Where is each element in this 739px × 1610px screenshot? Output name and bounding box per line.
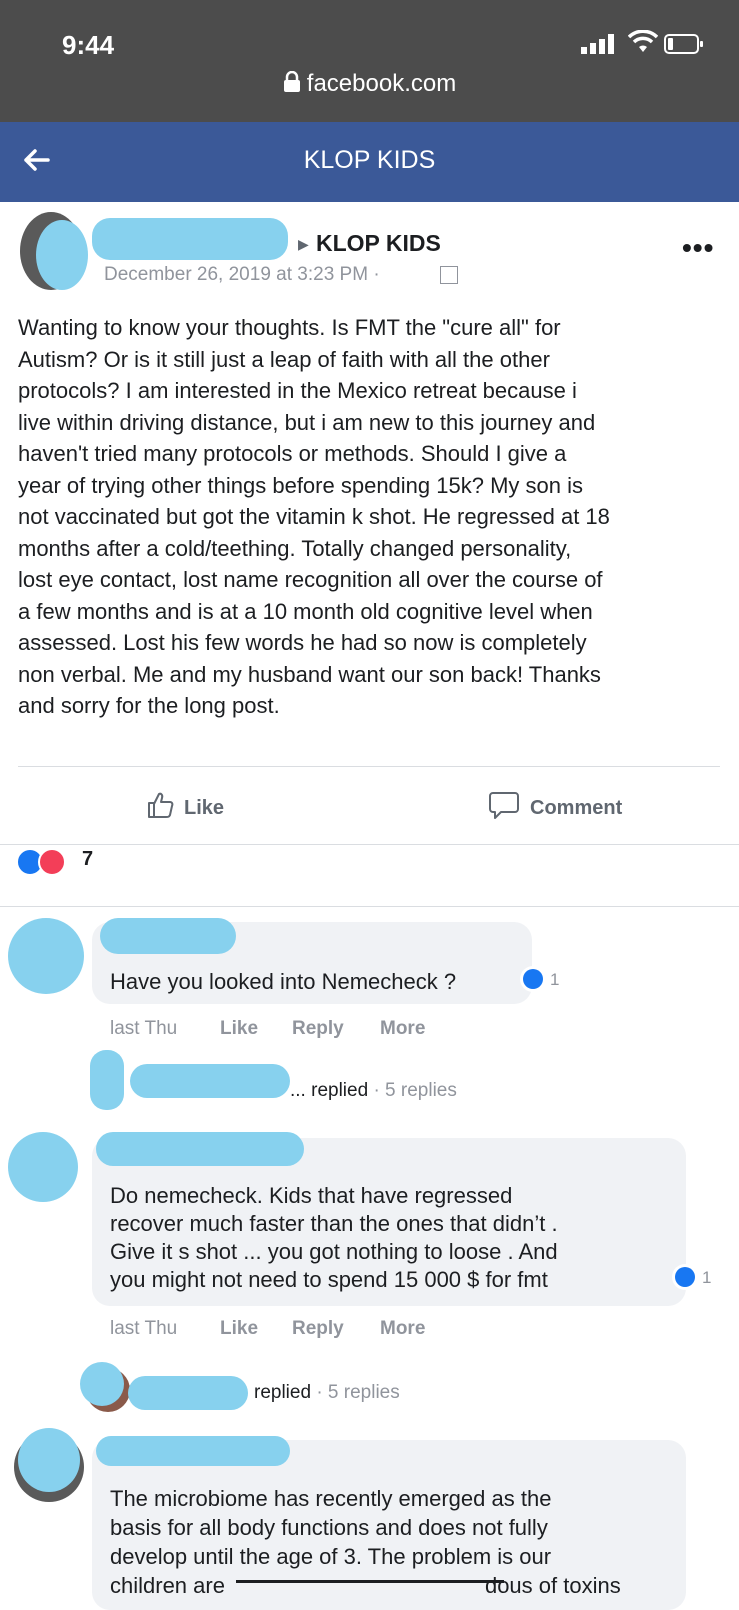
comment-time: last Thu [110,1318,178,1339]
post-line: and sorry for the long post. [18,693,280,718]
censor-line [236,1580,504,1583]
comment-line-start: children are [110,1573,225,1598]
comment-label: Comment [530,797,623,819]
comment-like-count: 1 [702,1268,712,1287]
thumbs-up-icon [148,792,174,818]
url-text: facebook.com [306,70,457,97]
post-body: Wanting to know your thoughts. Is FMT th… [18,312,728,722]
comment-line: The microbiome has recently emerged as t… [110,1486,552,1511]
comment-button[interactable]: Comment [488,790,622,820]
post-line: not vaccinated but got the vitamin k sho… [18,504,610,529]
clock: 9:44 [62,30,115,60]
comment-reply-link[interactable]: Reply [292,1018,344,1040]
reply-name-redaction[interactable] [128,1376,248,1410]
post-line: Autism? Or is it still just a leap of fa… [18,346,550,372]
status-bar: 9:44 facebook.com [0,0,739,122]
battery-icon [664,34,703,54]
comment-reply-link[interactable]: Reply [292,1318,344,1340]
comment-like-badge[interactable] [672,1264,698,1290]
comment-more-link[interactable]: More [380,1318,425,1340]
like-button[interactable]: Like [146,790,224,820]
commenter-name-redaction[interactable] [96,1436,290,1466]
like-badge-icon [523,969,543,989]
divider [0,906,739,907]
commenter-name-redaction[interactable] [100,918,236,954]
comment-text: Do nemecheck. Kids that have regressed r… [110,1182,690,1294]
post-line: live within driving distance, but i am n… [18,409,596,435]
commenter-name-redaction[interactable] [96,1132,304,1166]
commenter-avatar[interactable] [8,918,84,994]
post-line: months after a cold/teething. Totally ch… [18,535,572,561]
post-line: a few months and is at a 10 month old co… [18,598,593,624]
comment-like-link[interactable]: Like [220,1018,258,1040]
comment-line: recover much faster than the ones that d… [110,1211,558,1236]
like-label: Like [184,797,225,819]
comment-text: Have you looked into Nemecheck ? [110,969,457,994]
cellular-signal-icon [581,34,614,54]
replied-text: replied [311,1080,369,1101]
avatar-redaction [36,220,88,290]
page-title: KLOP KIDS [303,146,436,174]
more-options-icon[interactable]: ••• [682,232,714,264]
reply-avatar-redaction [80,1362,124,1406]
divider [18,766,720,767]
view-replies-link[interactable]: ... replied · 5 replies [290,1080,457,1102]
post-line: Wanting to know your thoughts. Is FMT th… [18,315,561,340]
replied-text: replied [254,1382,312,1403]
comment-more-link[interactable]: More [380,1018,425,1040]
comment-line: you might not need to spend 15 000 $ for… [110,1267,548,1292]
comment-line: children are dous of toxins [110,1571,690,1600]
audience-icon [440,266,458,284]
author-name-redaction[interactable] [92,218,288,260]
comment-time: last Thu [110,1018,178,1039]
reply-name-tail: ... [290,1080,306,1101]
reaction-count: 7 [82,848,94,870]
post-line: year of trying other things before spend… [18,472,583,498]
post-line: protocols? I am interested in the Mexico… [18,378,577,403]
like-badge-icon [675,1267,695,1287]
comment-line: basis for all body functions and does no… [110,1515,548,1540]
comment-line: Do nemecheck. Kids that have regressed [110,1183,513,1208]
avatar-redaction [18,1428,80,1492]
comment-like-link[interactable]: Like [220,1318,258,1340]
comment-line-end: dous of toxins [484,1573,621,1598]
post-line: non verbal. Me and my husband want our s… [18,661,601,687]
comment-line: develop until the age of 3. The problem … [110,1544,552,1569]
nav-bar: KLOP KIDS [0,122,739,202]
love-reaction-icon [38,848,66,876]
comment-line: Give it s shot ... you got nothing to lo… [110,1239,558,1264]
reply-count: · 5 replies [373,1080,457,1101]
post-line: haven't tried many protocols or methods.… [18,441,567,466]
reply-avatar-redaction[interactable] [90,1050,124,1110]
comment-icon [489,792,519,819]
lock-icon [283,70,300,92]
comment-like-count: 1 [550,970,560,989]
reply-name-redaction[interactable] [130,1064,290,1098]
address-bar[interactable]: facebook.com [0,70,739,98]
post-timestamp[interactable]: December 26, 2019 at 3:23 PM · [104,264,380,286]
group-name[interactable]: KLOP KIDS [316,230,441,257]
post-line: lost eye contact, lost name recognition … [18,567,603,592]
post-line: assessed. Lost his few words he had so n… [18,630,587,655]
reply-count: · 5 replies [316,1382,400,1403]
comment-like-badge[interactable] [520,966,546,992]
wifi-icon [628,30,658,52]
divider [0,844,739,845]
commenter-avatar[interactable] [8,1132,78,1202]
group-arrow-icon: ▶ [298,236,309,252]
view-replies-link[interactable]: replied · 5 replies [254,1382,400,1404]
